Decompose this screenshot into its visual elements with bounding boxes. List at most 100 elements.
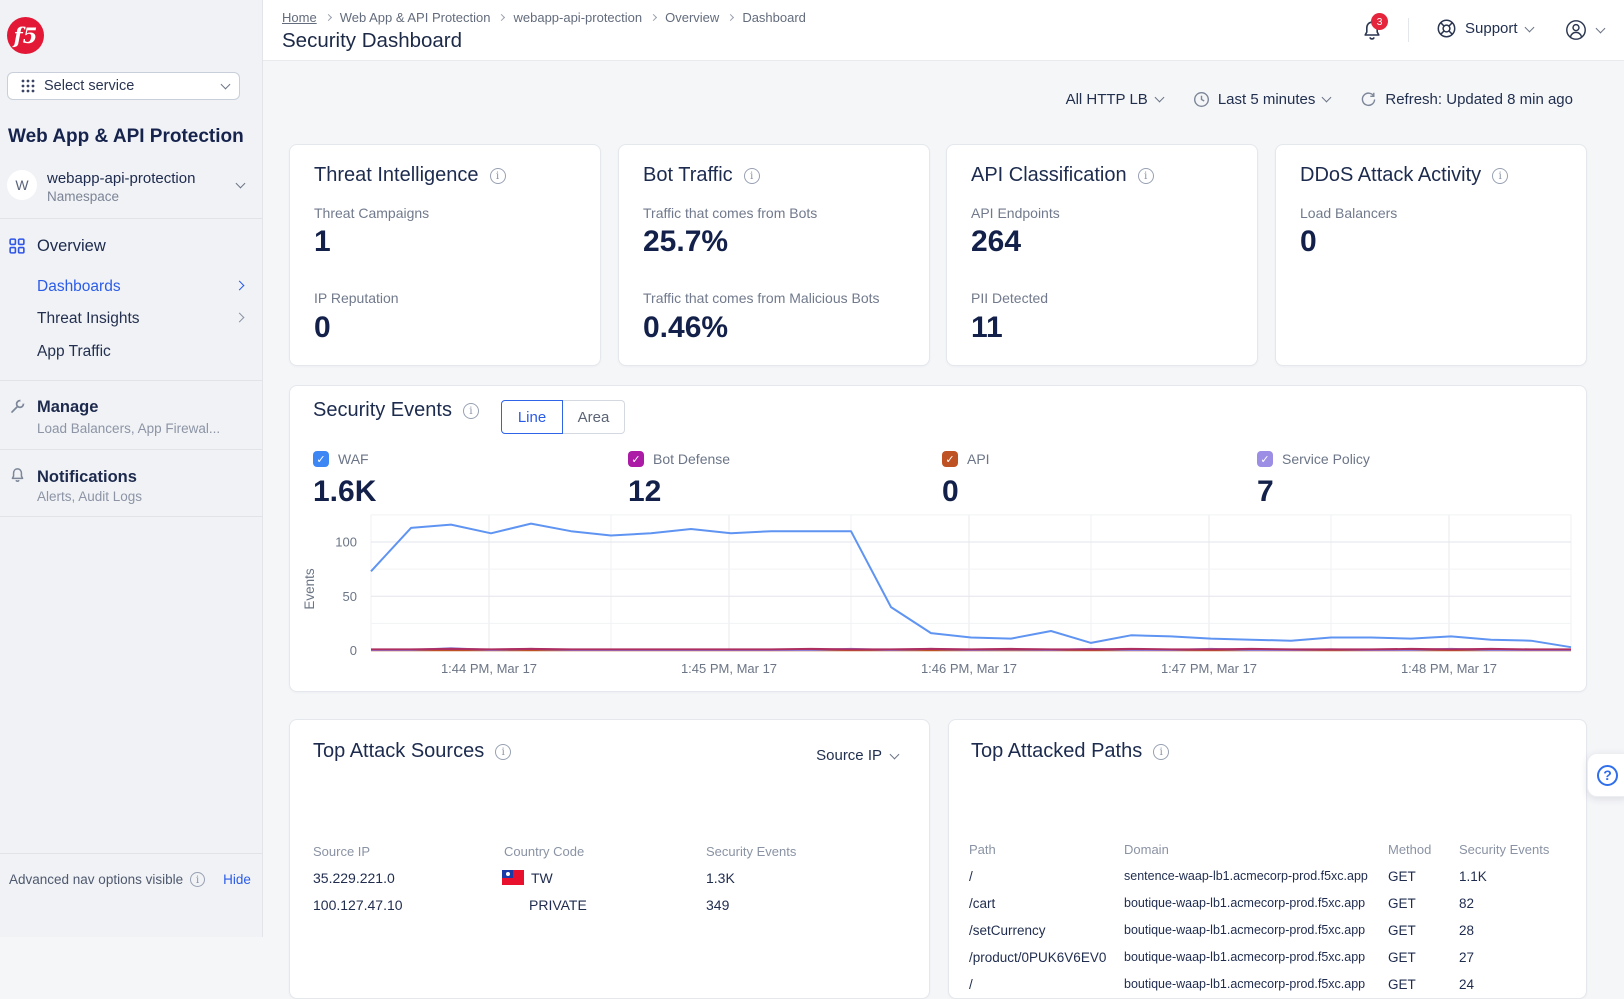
legend-label: Bot Defense	[653, 451, 730, 467]
question-icon: ?	[1597, 765, 1618, 786]
top-attack-sources-card: Top Attack Sourcesi Source IP Source IP …	[289, 719, 930, 999]
breadcrumb-separator-icon	[650, 14, 657, 21]
path-cell[interactable]: /setCurrency	[969, 923, 1046, 938]
svg-text:0: 0	[350, 643, 357, 658]
time-range-dropdown[interactable]: Last 5 minutes	[1193, 91, 1331, 108]
lb-filter-dropdown[interactable]: All HTTP LB	[1066, 91, 1163, 108]
api-classification-card: API Classificationi API Endpoints 264 PI…	[946, 144, 1258, 366]
country-cell: PRIVATE	[529, 897, 587, 913]
events-cell: 82	[1459, 896, 1474, 911]
path-cell[interactable]: /	[969, 869, 973, 884]
column-header: Source IP	[313, 844, 370, 859]
api-checkbox[interactable]: ✓	[942, 451, 958, 467]
hide-link[interactable]: Hide	[223, 872, 251, 887]
time-range-label: Last 5 minutes	[1218, 91, 1316, 108]
toggle-area-button[interactable]: Area	[563, 400, 625, 434]
events-cell: 1.1K	[1459, 869, 1487, 884]
source-ip-cell[interactable]: 100.127.47.10	[313, 897, 403, 913]
info-icon[interactable]: i	[1492, 168, 1508, 184]
svg-text:1:46 PM, Mar 17: 1:46 PM, Mar 17	[921, 661, 1017, 676]
sidebar-item-app-traffic[interactable]: App Traffic	[37, 343, 111, 361]
breadcrumb-item[interactable]: webapp-api-protection	[513, 10, 642, 25]
path-cell[interactable]: /product/0PUK6V6EV0	[969, 950, 1106, 965]
card-title: DDoS Attack Activity	[1300, 164, 1481, 187]
events-cell: 1.3K	[706, 870, 735, 886]
column-header: Domain	[1124, 842, 1169, 857]
namespace-type-label: Namespace	[47, 189, 119, 204]
refresh-label: Refresh: Updated 8 min ago	[1385, 91, 1573, 108]
breadcrumb-home[interactable]: Home	[282, 10, 317, 25]
select-service-label: Select service	[44, 78, 213, 94]
chart-type-toggle: Line Area	[501, 400, 625, 434]
svg-text:1:47 PM, Mar 17: 1:47 PM, Mar 17	[1161, 661, 1257, 676]
card-title: Top Attack Sources	[313, 740, 484, 763]
info-icon[interactable]: i	[490, 168, 506, 184]
metric-label: Traffic that comes from Malicious Bots	[643, 290, 880, 306]
toggle-line-button[interactable]: Line	[501, 400, 563, 434]
breadcrumb-item[interactable]: Overview	[665, 10, 719, 25]
namespace-chevron-icon[interactable]	[236, 179, 246, 189]
chevron-down-icon	[890, 749, 900, 759]
sidebar-item-threat-insights[interactable]: Threat Insights	[37, 310, 140, 328]
info-icon[interactable]: i	[1138, 168, 1154, 184]
metric-value: 25.7%	[643, 225, 728, 259]
chevron-down-icon	[1596, 24, 1606, 34]
breadcrumb-item: Dashboard	[742, 10, 806, 25]
divider	[0, 516, 263, 517]
lifebuoy-icon	[1436, 18, 1457, 39]
info-icon[interactable]: i	[495, 744, 511, 760]
support-menu[interactable]: Support	[1436, 18, 1533, 39]
tw-flag-icon	[502, 870, 524, 885]
sidebar-item-dashboards[interactable]: Dashboards	[37, 278, 121, 296]
sidebar-item-notifications[interactable]: Notifications	[37, 468, 137, 487]
refresh-icon	[1360, 91, 1377, 108]
breadcrumb-separator-icon	[325, 14, 332, 21]
namespace-avatar: W	[7, 170, 37, 200]
help-button[interactable]: ?	[1587, 753, 1624, 797]
svg-text:50: 50	[343, 589, 357, 604]
ddos-attack-activity-card: DDoS Attack Activityi Load Balancers 0	[1275, 144, 1587, 366]
sidebar-item-overview[interactable]: Overview	[37, 237, 106, 256]
user-icon	[1564, 18, 1588, 42]
overview-grid-icon	[9, 238, 25, 254]
events-cell: 24	[1459, 977, 1474, 992]
metric-label: Load Balancers	[1300, 205, 1397, 221]
page-title: Security Dashboard	[282, 29, 462, 53]
sidebar-item-manage[interactable]: Manage	[37, 398, 98, 417]
info-icon[interactable]: i	[1153, 744, 1169, 760]
info-icon[interactable]: i	[463, 403, 479, 419]
svg-text:Events: Events	[302, 568, 317, 610]
service-policy-checkbox[interactable]: ✓	[1257, 451, 1273, 467]
advanced-nav-label: Advanced nav options visible	[9, 872, 183, 887]
chevron-right-icon	[235, 313, 245, 323]
account-menu[interactable]	[1564, 18, 1604, 42]
domain-cell: sentence-waap-lb1.acmecorp-prod.f5xc.app	[1124, 869, 1368, 883]
path-cell[interactable]: /cart	[969, 896, 995, 911]
f5-logo[interactable]: f5	[7, 17, 44, 54]
breadcrumb-separator-icon	[498, 14, 505, 21]
info-icon[interactable]: i	[744, 168, 760, 184]
method-cell: GET	[1388, 977, 1416, 992]
divider	[0, 218, 263, 219]
lb-filter-label: All HTTP LB	[1066, 91, 1148, 108]
info-icon: i	[190, 872, 205, 887]
waf-checkbox[interactable]: ✓	[313, 451, 329, 467]
breadcrumb-separator-icon	[727, 14, 734, 21]
group-by-dropdown[interactable]: Source IP	[816, 747, 898, 764]
bot-defense-checkbox[interactable]: ✓	[628, 451, 644, 467]
metric-value: 11	[971, 311, 1003, 345]
metric-label: Traffic that comes from Bots	[643, 205, 817, 221]
divider	[0, 380, 263, 381]
select-service-dropdown[interactable]: Select service	[7, 72, 240, 100]
notifications-subtitle: Alerts, Audit Logs	[37, 489, 142, 504]
path-cell[interactable]: /	[969, 977, 973, 992]
refresh-button[interactable]: Refresh: Updated 8 min ago	[1360, 91, 1573, 108]
svg-text:1:45 PM, Mar 17: 1:45 PM, Mar 17	[681, 661, 777, 676]
metric-value: 1	[314, 225, 331, 259]
source-ip-cell[interactable]: 35.229.221.0	[313, 870, 395, 886]
method-cell: GET	[1388, 923, 1416, 938]
sidebar: f5 Select service Web App & API Protecti…	[0, 0, 263, 937]
metric-label: API Endpoints	[971, 205, 1060, 221]
method-cell: GET	[1388, 869, 1416, 884]
breadcrumb-item[interactable]: Web App & API Protection	[340, 10, 491, 25]
